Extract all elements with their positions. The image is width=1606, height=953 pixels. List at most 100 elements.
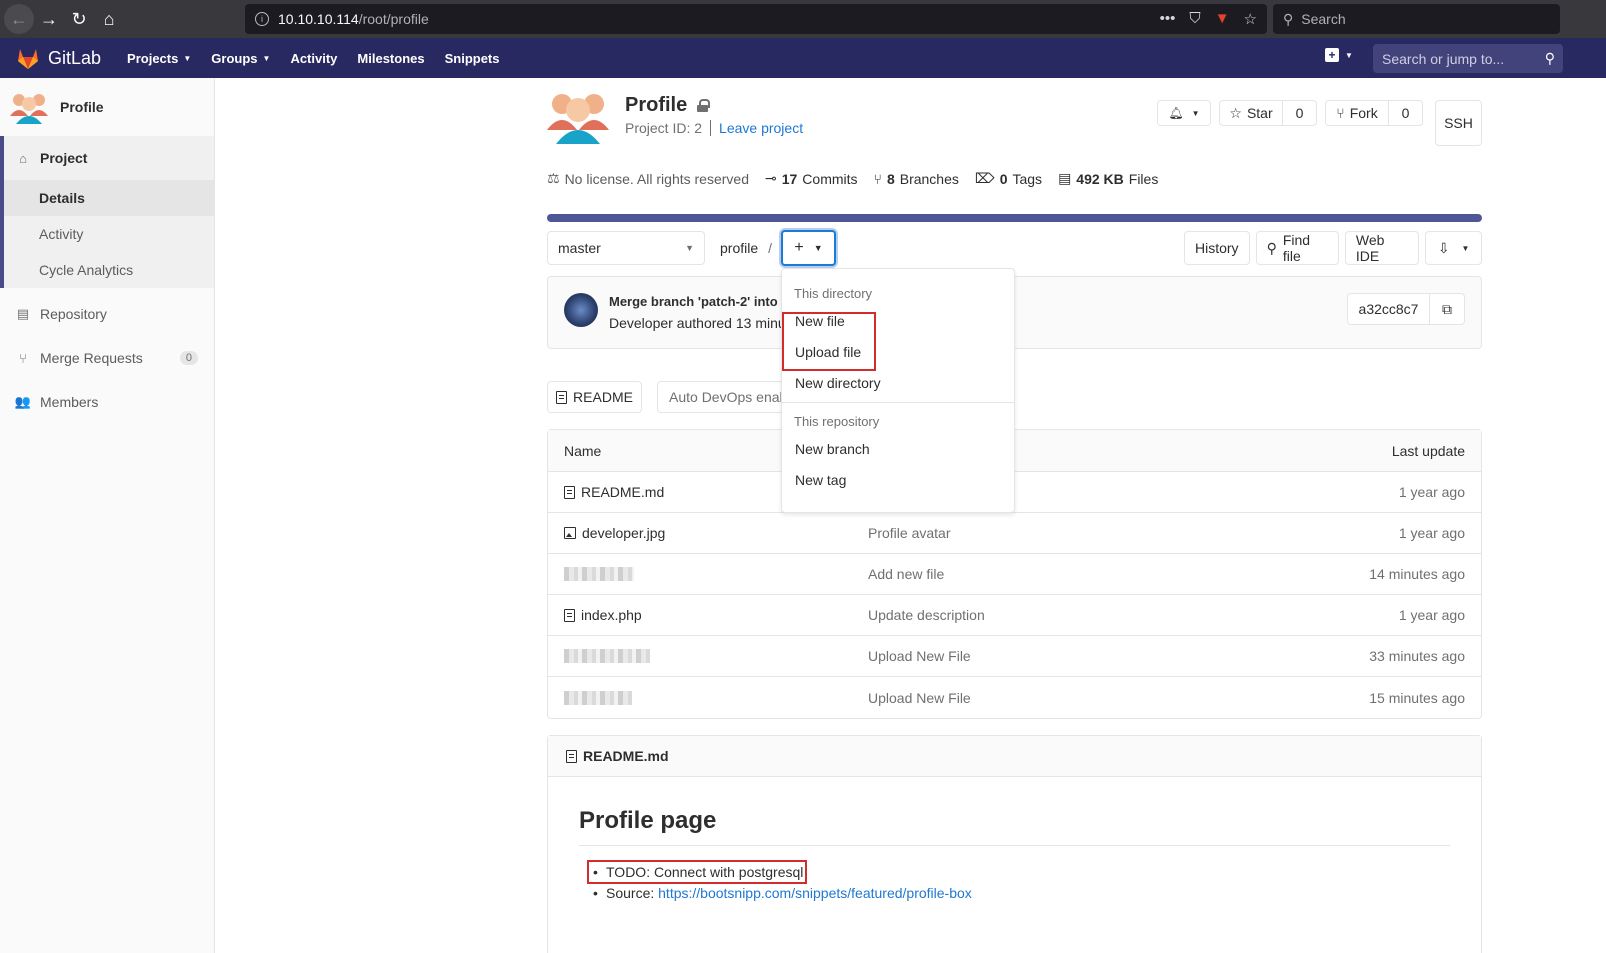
dropdown-divider	[782, 402, 1014, 403]
leave-project-link[interactable]: Leave project	[719, 120, 803, 136]
page-actions-icon[interactable]: •••	[1160, 10, 1176, 28]
license-info: ⚖ No license. All rights reserved	[547, 170, 749, 187]
reload-icon[interactable]: ↻	[64, 4, 94, 34]
branches-link[interactable]: ⑂ 8 Branches	[874, 170, 959, 187]
tree-actions: History ⚲ Find file Web IDE ⇩ ▼	[1184, 231, 1483, 265]
ssh-button[interactable]: SSH	[1435, 100, 1482, 146]
file-name-redacted[interactable]	[564, 649, 650, 663]
nav-milestones[interactable]: Milestones	[357, 51, 424, 66]
last-update: 33 minutes ago	[1369, 648, 1465, 664]
file-name-redacted[interactable]	[564, 690, 632, 705]
project-actions: 🔔︎ ▼ ☆ Star 0 ⑂ Fork 0	[1157, 100, 1423, 126]
table-row[interactable]: developer.jpg Profile avatar 1 year ago	[548, 513, 1481, 554]
source-link[interactable]: https://bootsnipp.com/snippets/featured/…	[658, 885, 972, 901]
project-subtitle: Project ID: 2 Leave project	[625, 120, 803, 136]
highlight-box	[587, 860, 807, 884]
notification-button[interactable]: 🔔︎ ▼	[1157, 100, 1211, 126]
project-stats: ⚖ No license. All rights reserved ⊸ 17 Comm…	[547, 170, 1158, 187]
sidebar-item-merge-requests[interactable]: ⑂ Merge Requests 0	[0, 336, 214, 380]
breadcrumb-path[interactable]: profile	[720, 240, 758, 256]
file-name-text: developer.jpg	[582, 525, 666, 541]
files-link[interactable]: ▤ 492 KB Files	[1058, 170, 1158, 187]
commit-sha[interactable]: a32cc8c7	[1347, 293, 1430, 325]
sidebar-item-label: Members	[40, 394, 99, 410]
table-row[interactable]: Upload New File 15 minutes ago	[548, 677, 1481, 718]
chevron-down-icon: ▼	[813, 243, 823, 253]
sidebar-project-name: Profile	[60, 99, 104, 115]
sidebar-item-members[interactable]: 👥 Members	[0, 380, 214, 424]
download-button[interactable]: ⇩ ▼	[1425, 231, 1483, 265]
star-button[interactable]: ☆ Star	[1219, 100, 1283, 126]
sidebar-item-details[interactable]: Details	[4, 180, 214, 216]
scale-icon: ⚖	[547, 170, 560, 186]
new-tag-menu-item[interactable]: New tag	[782, 464, 1014, 495]
nav-projects[interactable]: Projects ▼	[127, 51, 191, 66]
sidebar-item-project[interactable]: ⌂ Project	[0, 136, 214, 180]
plus-icon: +	[794, 239, 804, 256]
fork-button[interactable]: ⑂ Fork	[1325, 100, 1389, 126]
readme-label: README	[573, 389, 633, 405]
table-row[interactable]: Add new file 14 minutes ago	[548, 554, 1481, 595]
star-icon: ☆	[1229, 104, 1242, 121]
browser-search-input[interactable]: ⚲ Search	[1273, 4, 1560, 34]
chevron-down-icon: ▼	[1191, 108, 1200, 118]
url-path: /root/profile	[358, 11, 429, 27]
readme-heading: Profile page	[579, 807, 1450, 846]
new-dropdown-button[interactable]: + ▼	[1325, 48, 1353, 62]
nav-snippets[interactable]: Snippets	[445, 51, 500, 66]
history-button[interactable]: History	[1184, 231, 1250, 265]
commit-meta: Developer authored 13 minut	[609, 315, 790, 331]
sidebar-project-header[interactable]: Profile	[0, 78, 214, 136]
add-to-tree-button[interactable]: + ▼	[781, 230, 836, 266]
author-avatar[interactable]	[564, 293, 598, 327]
star-count[interactable]: 0	[1283, 100, 1317, 126]
sidebar-item-activity[interactable]: Activity	[4, 216, 214, 252]
new-branch-menu-item[interactable]: New branch	[782, 433, 1014, 464]
tags-link[interactable]: ⌦ 0 Tags	[975, 170, 1042, 187]
nav-groups[interactable]: Groups ▼	[211, 51, 270, 66]
pocket-icon[interactable]: ⛉	[1189, 10, 1200, 28]
commits-count: 17	[781, 170, 798, 187]
table-row[interactable]: index.php Update description 1 year ago	[548, 595, 1481, 636]
gitlab-extension-icon[interactable]: ▼	[1215, 10, 1230, 28]
commit-message[interactable]: Add new file	[868, 566, 944, 582]
gitlab-brand: GitLab	[48, 47, 102, 68]
commit-message[interactable]: Profile avatar	[868, 525, 950, 541]
new-directory-menu-item[interactable]: New directory	[782, 367, 1014, 398]
readme-filename[interactable]: README.md	[583, 748, 669, 764]
commit-message[interactable]: Upload New File	[868, 690, 971, 706]
address-bar[interactable]: i 10.10.10.114/root/profile ••• ⛉ ▼ ☆	[245, 4, 1267, 34]
bookmark-star-icon[interactable]: ☆	[1244, 10, 1257, 28]
divider	[710, 120, 712, 136]
sidebar-item-cycle-analytics[interactable]: Cycle Analytics	[4, 252, 214, 288]
sidebar-item-repository[interactable]: ▤ Repository	[0, 292, 214, 336]
fork-count[interactable]: 0	[1389, 100, 1423, 126]
nav-activity[interactable]: Activity	[290, 51, 337, 66]
gitlab-logo[interactable]: GitLab	[16, 47, 101, 69]
commit-title[interactable]: Merge branch 'patch-2' into	[609, 294, 778, 309]
highlight-box	[782, 312, 876, 371]
commit-message[interactable]: Update description	[868, 607, 985, 623]
auto-devops-button[interactable]: Auto DevOps enab	[657, 381, 792, 413]
home-icon[interactable]: ⌂	[94, 4, 124, 34]
project-avatar	[10, 94, 48, 124]
file-name-redacted[interactable]	[564, 567, 634, 581]
table-row[interactable]: Upload New File 33 minutes ago	[548, 636, 1481, 677]
commit-sha-group: a32cc8c7 ⧉	[1347, 293, 1465, 325]
file-name[interactable]: README.md	[564, 484, 664, 500]
commits-link[interactable]: ⊸ 17 Commits	[765, 170, 858, 187]
forward-arrow-icon[interactable]: →	[34, 4, 64, 34]
info-icon[interactable]: i	[255, 12, 269, 26]
file-name[interactable]: index.php	[564, 607, 642, 623]
readme-button[interactable]: README	[547, 381, 642, 413]
gitlab-search-input[interactable]: Search or jump to... ⚲	[1373, 44, 1563, 73]
commit-message[interactable]: Upload New File	[868, 648, 971, 664]
web-ide-button[interactable]: Web IDE	[1344, 231, 1420, 265]
back-arrow-icon[interactable]: ←	[4, 4, 34, 34]
readme-header: README.md	[548, 736, 1481, 777]
file-name[interactable]: developer.jpg	[564, 525, 665, 541]
copy-icon[interactable]: ⧉	[1430, 293, 1465, 325]
branch-selector[interactable]: master ▼	[547, 231, 705, 265]
find-file-button[interactable]: ⚲ Find file	[1255, 231, 1339, 265]
fork-group: ⑂ Fork 0	[1325, 100, 1423, 126]
